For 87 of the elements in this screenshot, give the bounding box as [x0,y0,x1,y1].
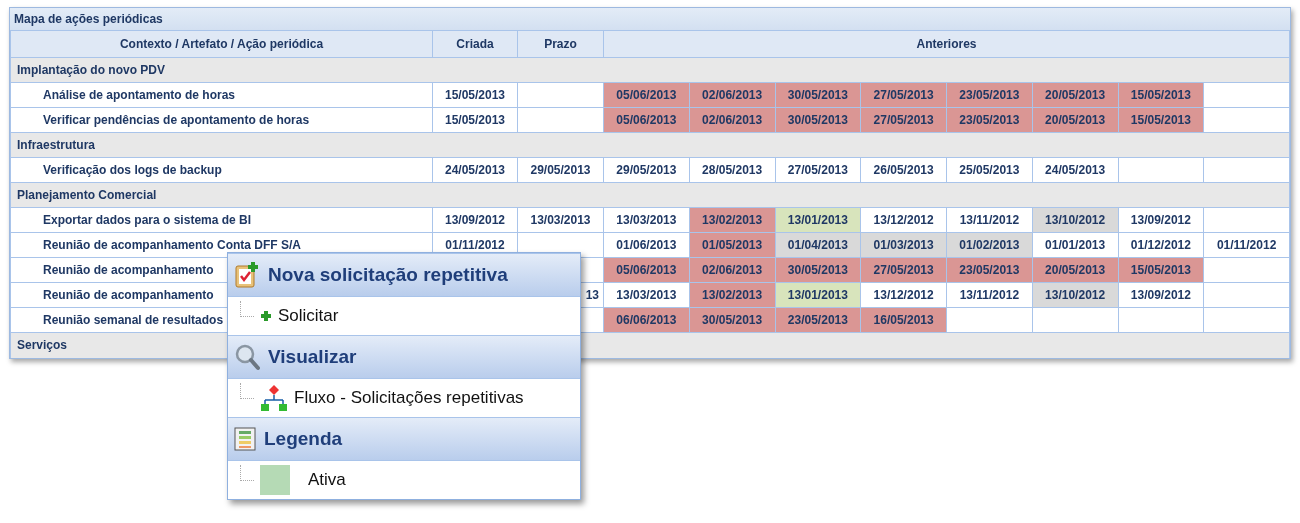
date-cell: 13/01/2013 [775,282,861,308]
action-name: Reunião de acompanhamento [43,263,214,277]
date-cell: 13/03/2013 [603,207,690,233]
date-cell: 24/05/2013 [432,157,518,183]
date-cell: 23/05/2013 [946,257,1033,283]
date-cell: 13/12/2012 [860,282,947,308]
date-cell: 20/05/2013 [1032,257,1118,283]
date-cell: 13/03/2013 [517,207,604,233]
section-title: Nova solicitação repetitiva [268,262,508,287]
date-cell: 05/06/2013 [603,107,690,133]
date-cell: 30/05/2013 [775,257,861,283]
date-cell: 02/06/2013 [689,257,775,283]
section-title: Legenda [264,426,343,451]
date-cell: 15/05/2013 [432,82,518,108]
group-label: Implantação do novo PDV [17,63,166,77]
date-cell: 13/09/2012 [432,207,518,233]
date-cell: 13/02/2013 [689,282,775,308]
date-cell: 13/09/2012 [1118,282,1204,308]
date-cell: 28/05/2013 [689,157,775,183]
group-label: Planejamento Comercial [17,188,157,202]
date-cell: 13/11/2012 [946,282,1033,308]
date-cell: 13/10/2012 [1032,207,1118,233]
panel-title: Mapa de ações periódicas [14,11,163,28]
date-cell: 15/05/2013 [1118,257,1204,283]
date-cell: 15/05/2013 [1118,82,1204,108]
action-name: Análise de apontamento de horas [43,88,236,102]
date-cell: 26/05/2013 [860,157,947,183]
date-cell: 05/06/2013 [603,257,690,283]
action-name: Reunião semanal de resultados [43,313,224,327]
date-cell: 16/05/2013 [860,307,947,333]
column-header: Criada [456,37,494,51]
action-name: Reunião de acompanhamento Conta DFF S/A [43,238,302,252]
flowchart-icon [260,384,288,412]
date-cell: 20/05/2013 [1032,82,1118,108]
date-cell: 30/05/2013 [689,307,775,333]
group-label: Serviços [17,338,68,353]
section-title: Visualizar [268,344,357,369]
menu-link[interactable]: Solicitar [260,303,339,329]
date-cell: 13/02/2013 [689,207,775,233]
date-cell: 27/05/2013 [775,157,861,183]
date-cell: 25/05/2013 [946,157,1033,183]
menu-link[interactable]: Fluxo - Solicitações repetitivas [260,384,524,412]
date-cell: 01/12/2012 [1118,232,1204,258]
date-cell: 29/05/2013 [603,157,690,183]
date-cell: 24/05/2013 [1032,157,1118,183]
action-name: Verificação dos logs de backup [43,163,222,177]
action-name: Reunião de acompanhamento [43,288,214,302]
action-name: Exportar dados para o sistema de BI [43,213,252,227]
date-cell: 06/06/2013 [603,307,690,333]
date-cell: 01/11/2012 [1203,232,1290,258]
search-icon [234,343,260,371]
date-cell: 23/05/2013 [775,307,861,333]
clipboard-icon [234,261,260,289]
date-cell: 27/05/2013 [860,82,947,108]
date-cell: 15/05/2013 [1118,107,1204,133]
date-cell: 13/09/2012 [1118,207,1204,233]
date-cell: 23/05/2013 [946,107,1033,133]
date-cell: 30/05/2013 [775,82,861,108]
date-cell: 30/05/2013 [775,107,861,133]
date-cell: 13/12/2012 [860,207,947,233]
date-cell: 02/06/2013 [689,82,775,108]
date-cell: 01/02/2013 [946,232,1033,258]
action-name: Verificar pendências de apontamento de horas [43,113,310,127]
column-header: Prazo [544,37,577,51]
date-cell: 20/05/2013 [1032,107,1118,133]
date-cell: 01/04/2013 [775,232,861,258]
date-cell: 29/05/2013 [517,157,604,183]
date-cell: 13/03/2013 [603,282,690,308]
date-cell: 01/06/2013 [603,232,690,258]
date-cell: 27/05/2013 [860,257,947,283]
date-cell: 05/06/2013 [603,82,690,108]
legend-label: Ativa [308,469,346,492]
date-cell: 23/05/2013 [946,82,1033,108]
date-cell: 15/05/2013 [432,107,518,133]
date-cell: 01/05/2013 [689,232,775,258]
date-cell: 02/06/2013 [689,107,775,133]
column-header: Anteriores [916,37,977,51]
date-cell: 01/03/2013 [860,232,947,258]
group-label: Infraestrutura [17,138,96,152]
legend-icon [234,427,256,451]
column-header: Contexto / Artefato / Ação periódica [119,37,324,51]
date-cell: 13/01/2013 [775,207,861,233]
date-cell: 01/01/2013 [1032,232,1118,258]
plus-icon [260,310,272,322]
date-cell: 13/10/2012 [1032,282,1118,308]
date-cell: 13/11/2012 [946,207,1033,233]
date-cell: 27/05/2013 [860,107,947,133]
